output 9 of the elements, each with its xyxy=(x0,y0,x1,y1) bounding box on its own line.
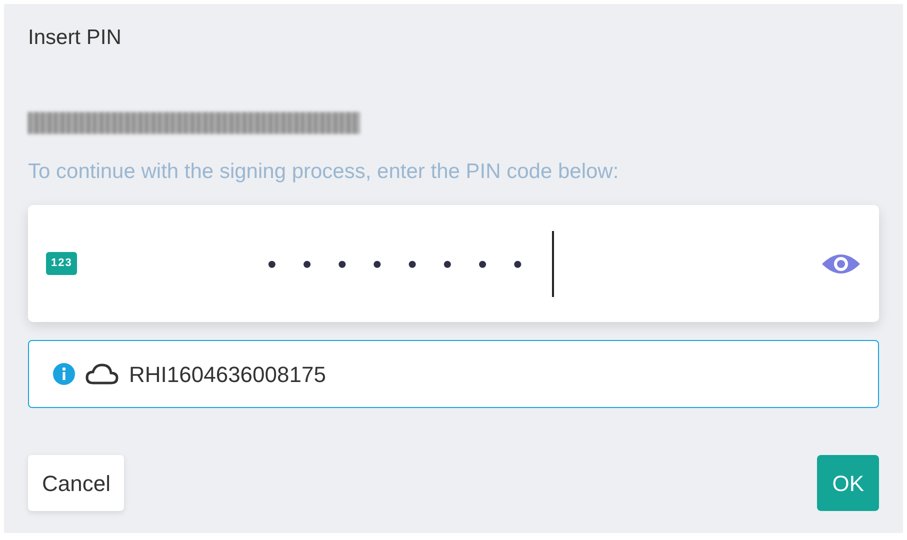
reference-text: RHI1604636008175 xyxy=(129,360,326,388)
pin-field[interactable]: 123 •••••••• xyxy=(28,205,879,322)
numeric-badge: 123 xyxy=(46,252,78,275)
info-icon xyxy=(53,363,75,385)
instruction-text: To continue with the signing process, enter the PIN code below: xyxy=(28,158,619,184)
cloud-icon xyxy=(85,363,119,385)
pin-value: •••••••• xyxy=(267,250,548,276)
cancel-button[interactable]: Cancel xyxy=(28,455,124,511)
dialog-title: Insert PIN xyxy=(28,25,122,51)
